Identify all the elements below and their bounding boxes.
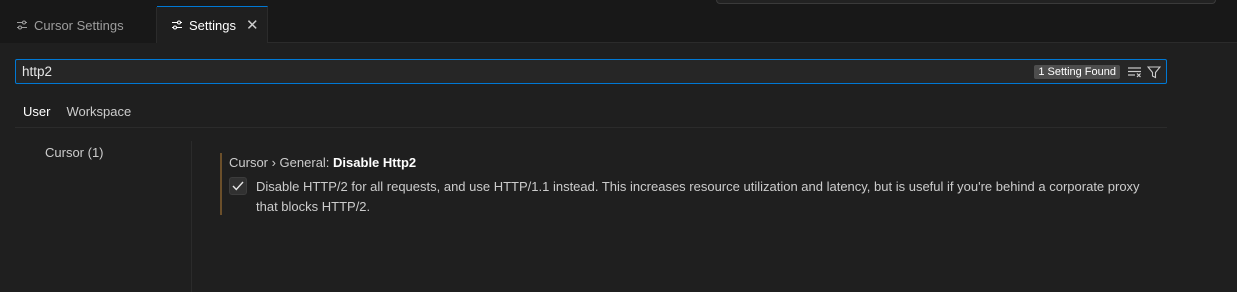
toc-item-cursor[interactable]: Cursor (1)	[45, 145, 104, 160]
editor-tab-bar: Cursor Settings Settings ✕	[0, 0, 1237, 43]
clear-filter-icon[interactable]	[1126, 64, 1142, 80]
checkmark-icon	[232, 181, 244, 191]
settings-search-input[interactable]	[16, 64, 1035, 79]
tab-label: Settings	[189, 17, 236, 33]
divider	[15, 127, 1167, 128]
tab-workspace[interactable]: Workspace	[58, 98, 139, 128]
settings-scope-tabs: User Workspace	[15, 98, 139, 128]
tab-cursor-settings[interactable]: Cursor Settings	[0, 7, 157, 43]
modified-indicator	[220, 153, 222, 215]
filter-icon[interactable]	[1146, 64, 1162, 80]
close-icon[interactable]: ✕	[246, 18, 259, 33]
settings-search-box: 1 Setting Found	[15, 59, 1167, 84]
setting-category: Cursor › General:	[229, 155, 334, 170]
setting-description: Disable HTTP/2 for all requests, and use…	[256, 179, 1140, 214]
results-count-badge: 1 Setting Found	[1034, 64, 1120, 79]
settings-sliders-icon	[16, 19, 28, 31]
tab-label: Cursor Settings	[34, 17, 124, 33]
settings-sliders-icon	[171, 19, 183, 31]
title-bar-strip	[716, 0, 1216, 4]
setting-title: Cursor › General: Disable Http2	[229, 155, 416, 170]
divider	[191, 141, 192, 292]
tab-settings[interactable]: Settings ✕	[157, 6, 268, 43]
setting-name: Disable Http2	[333, 155, 417, 170]
settings-toc: Cursor (1)	[45, 145, 104, 160]
disable-http2-checkbox[interactable]	[229, 177, 247, 195]
tab-user[interactable]: User	[15, 98, 59, 128]
